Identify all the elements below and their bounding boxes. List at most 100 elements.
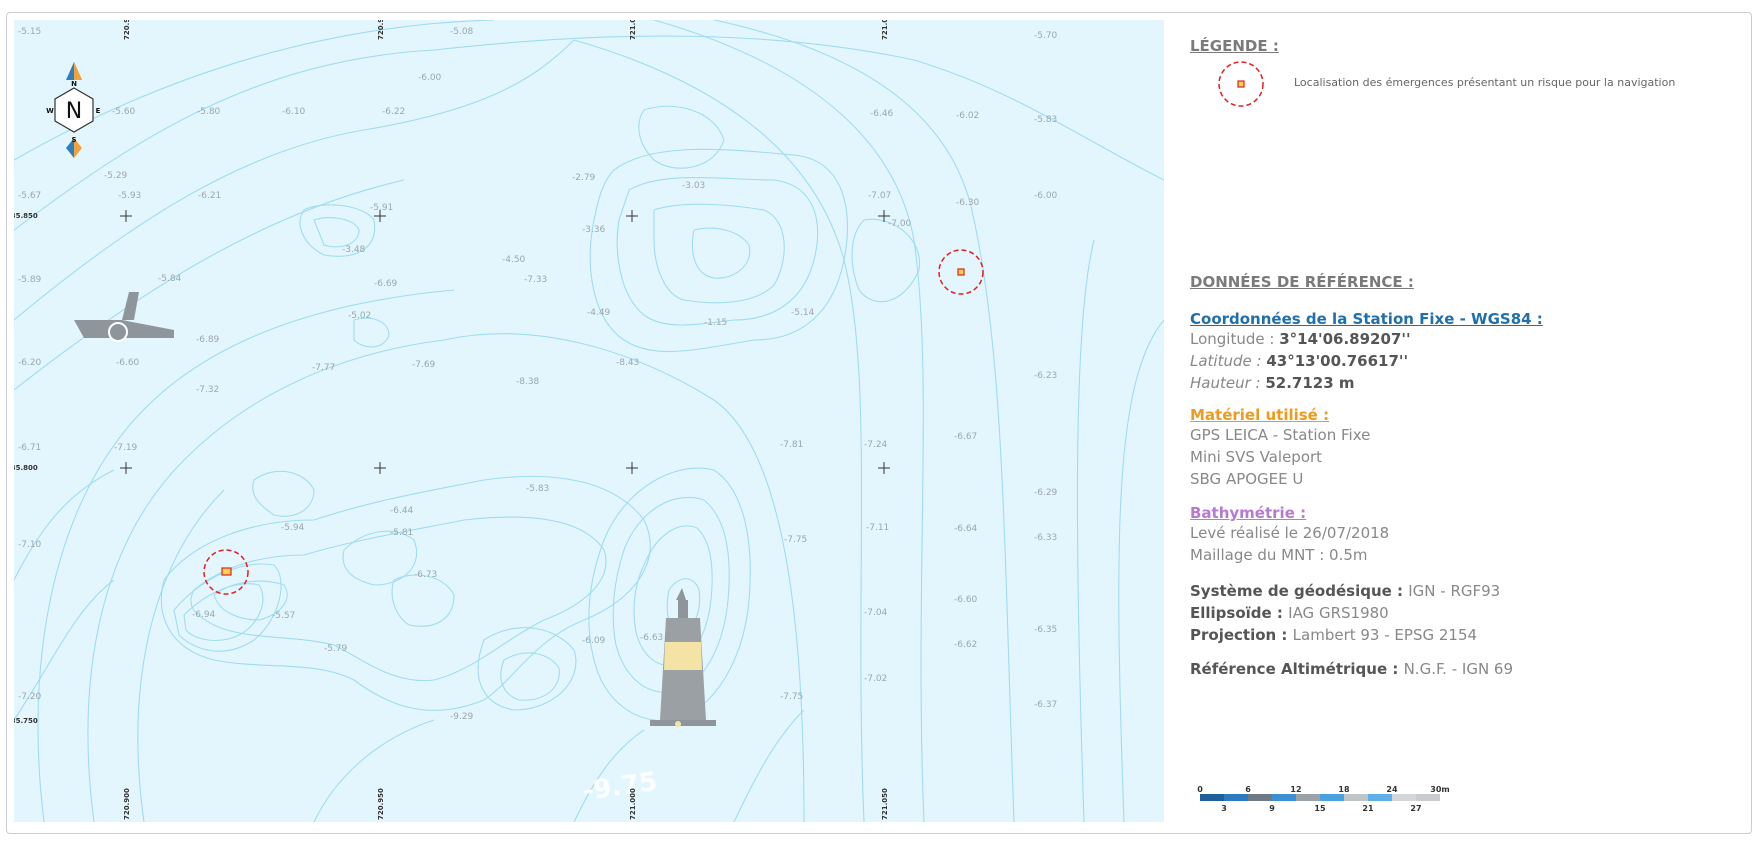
depth-sounding: -6.30 <box>956 198 980 208</box>
depth-sounding: -7.10 <box>18 540 42 550</box>
sunken-structure-icon <box>74 292 174 342</box>
scale-label-bottom: 21 <box>1362 804 1374 813</box>
materiel-item: SBG APOGEE U <box>1190 470 1304 488</box>
depth-sounding: -5.02 <box>348 311 371 321</box>
scale-segment <box>1296 794 1320 801</box>
depth-sounding: -7.00 <box>888 219 912 229</box>
svg-text:N: N <box>66 99 82 124</box>
svg-text:N: N <box>71 80 77 88</box>
hazard-marker[interactable] <box>938 249 984 295</box>
scale-label-top: 18 <box>1338 785 1350 794</box>
bathy-item: Levé réalisé le 26/07/2018 <box>1190 524 1390 542</box>
depth-sounding: -7.32 <box>196 385 219 395</box>
reference-title: DONNÉES DE RÉFÉRENCE : <box>1190 273 1414 291</box>
projection-value: Lambert 93 - EPSG 2154 <box>1292 626 1478 644</box>
depth-sounding: -6.20 <box>18 358 42 368</box>
depth-sounding: -7.81 <box>780 440 803 450</box>
grid-x-label-bottom: 720.900 <box>123 788 131 820</box>
depth-sounding: -6.62 <box>954 640 977 650</box>
systeme-value: IGN - RGF93 <box>1408 582 1501 600</box>
beacon-tower-icon <box>650 588 716 727</box>
longitude-value: 3°14'06.89207'' <box>1279 330 1411 348</box>
depth-sounding: -5.91 <box>370 203 393 213</box>
depth-sounding: -7.75 <box>780 692 803 702</box>
depth-sounding: -5.70 <box>1034 31 1058 41</box>
map-canvas: -5.15 -5.08 -5.70 -6.00 -5.60 -5.80 -6.10 -6.22… <box>14 20 1164 822</box>
alti-value: N.G.F. - IGN 69 <box>1403 660 1514 678</box>
depth-sounding: -5.67 <box>18 191 41 201</box>
scale-segment <box>1368 794 1392 801</box>
depth-sounding: -7.19 <box>114 443 138 453</box>
grid-x-label-bottom: 720.950 <box>377 788 385 820</box>
scale-segment <box>1272 794 1296 801</box>
depth-sounding: -5.94 <box>281 523 305 533</box>
depth-sounding: -6.44 <box>390 506 414 516</box>
bathy-item: Maillage du MNT : 0.5m <box>1190 546 1368 564</box>
depth-sounding: -6.22 <box>382 107 405 117</box>
depth-sounding: -5.93 <box>118 191 141 201</box>
depth-sounding: -8.38 <box>516 377 540 387</box>
hazard-legend-icon <box>1218 61 1264 107</box>
depth-sounding: -5.08 <box>450 27 474 37</box>
depth-sounding: -6.67 <box>954 432 977 442</box>
alti-label: Référence Altimétrique : <box>1190 660 1404 678</box>
depth-sounding: -3.03 <box>682 181 705 191</box>
svg-text:S: S <box>71 136 76 144</box>
depth-sounding: -5.84 <box>158 274 182 284</box>
grid-x-label-bottom: 721.000 <box>629 788 637 820</box>
big-depth-label: -9.75 <box>581 767 659 807</box>
svg-text:W: W <box>46 107 54 115</box>
depth-sounding: -5.83 <box>526 484 549 494</box>
depth-sounding: -6.09 <box>582 636 606 646</box>
depth-sounding: -6.10 <box>282 107 306 117</box>
depth-sounding: -5.79 <box>324 644 348 654</box>
scale-label-bottom: 27 <box>1410 804 1421 813</box>
depth-sounding: -6.21 <box>198 191 221 201</box>
depth-sounding: -7.20 <box>18 692 42 702</box>
grid-x-label-top: 721.000 <box>629 20 637 40</box>
hauteur-value: 52.7123 m <box>1265 374 1355 392</box>
scale-bar: 0 6 12 18 24 30m 3 9 15 21 27 <box>1192 784 1482 828</box>
depth-sounding: -6.64 <box>954 524 978 534</box>
hauteur-label: Hauteur : <box>1190 374 1266 392</box>
grid-x-label-top: 720.950 <box>377 20 385 40</box>
grid-y-label: 6235.800 <box>14 464 38 472</box>
depth-sounding: -2.79 <box>572 173 596 183</box>
depth-sounding: -6.71 <box>18 443 41 453</box>
depth-sounding: -5.60 <box>112 107 136 117</box>
depth-sounding: -6.73 <box>414 570 437 580</box>
ellipsoide-value: IAG GRS1980 <box>1288 604 1389 622</box>
scale-bar-graphic: 0 6 12 18 24 30m 3 9 15 21 27 <box>1197 785 1450 813</box>
depth-sounding: -6.00 <box>1034 191 1058 201</box>
depth-sounding: -6.00 <box>418 73 442 83</box>
materiel-title: Matériel utilisé : <box>1190 406 1330 424</box>
depth-sounding: -7.24 <box>864 440 888 450</box>
depth-sounding: -6.29 <box>1034 488 1058 498</box>
scale-segment <box>1416 794 1440 801</box>
legend-entry: Localisation des émergences présentant u… <box>1190 60 1750 108</box>
depth-sounding: -6.33 <box>1034 533 1057 543</box>
bathymetric-map[interactable]: -5.15 -5.08 -5.70 -6.00 -5.60 -5.80 -6.10 -6.22… <box>14 20 1164 822</box>
materiel-item: GPS LEICA - Station Fixe <box>1190 426 1371 444</box>
scale-label-top: 0 <box>1197 785 1203 794</box>
depth-sounding: -7.69 <box>412 360 436 370</box>
scale-label-top: 6 <box>1245 785 1251 794</box>
depth-sounding: -1.15 <box>704 318 727 328</box>
scale-segment <box>1392 794 1416 801</box>
depth-sounding: -6.63 <box>640 633 663 643</box>
bathy-title: Bathymétrie : <box>1190 504 1307 522</box>
materiel-item: Mini SVS Valeport <box>1190 448 1323 466</box>
depth-sounding: -7.75 <box>784 535 807 545</box>
depth-sounding: -6.23 <box>1034 371 1057 381</box>
svg-text:E: E <box>96 107 101 115</box>
depth-sounding: -7.04 <box>864 608 888 618</box>
station-title: Coordonnées de la Station Fixe - WGS84 : <box>1190 310 1543 328</box>
latitude-label: Latitude : <box>1190 352 1267 370</box>
scale-segment <box>1224 794 1248 801</box>
scale-label-top: 30m <box>1430 785 1449 794</box>
latitude-value: 43°13'00.76617'' <box>1266 352 1409 370</box>
depth-sounding: -6.46 <box>870 109 894 119</box>
depth-sounding: -8.43 <box>616 358 639 368</box>
depth-sounding: -6.60 <box>954 595 978 605</box>
scale-label-bottom: 9 <box>1269 804 1275 813</box>
